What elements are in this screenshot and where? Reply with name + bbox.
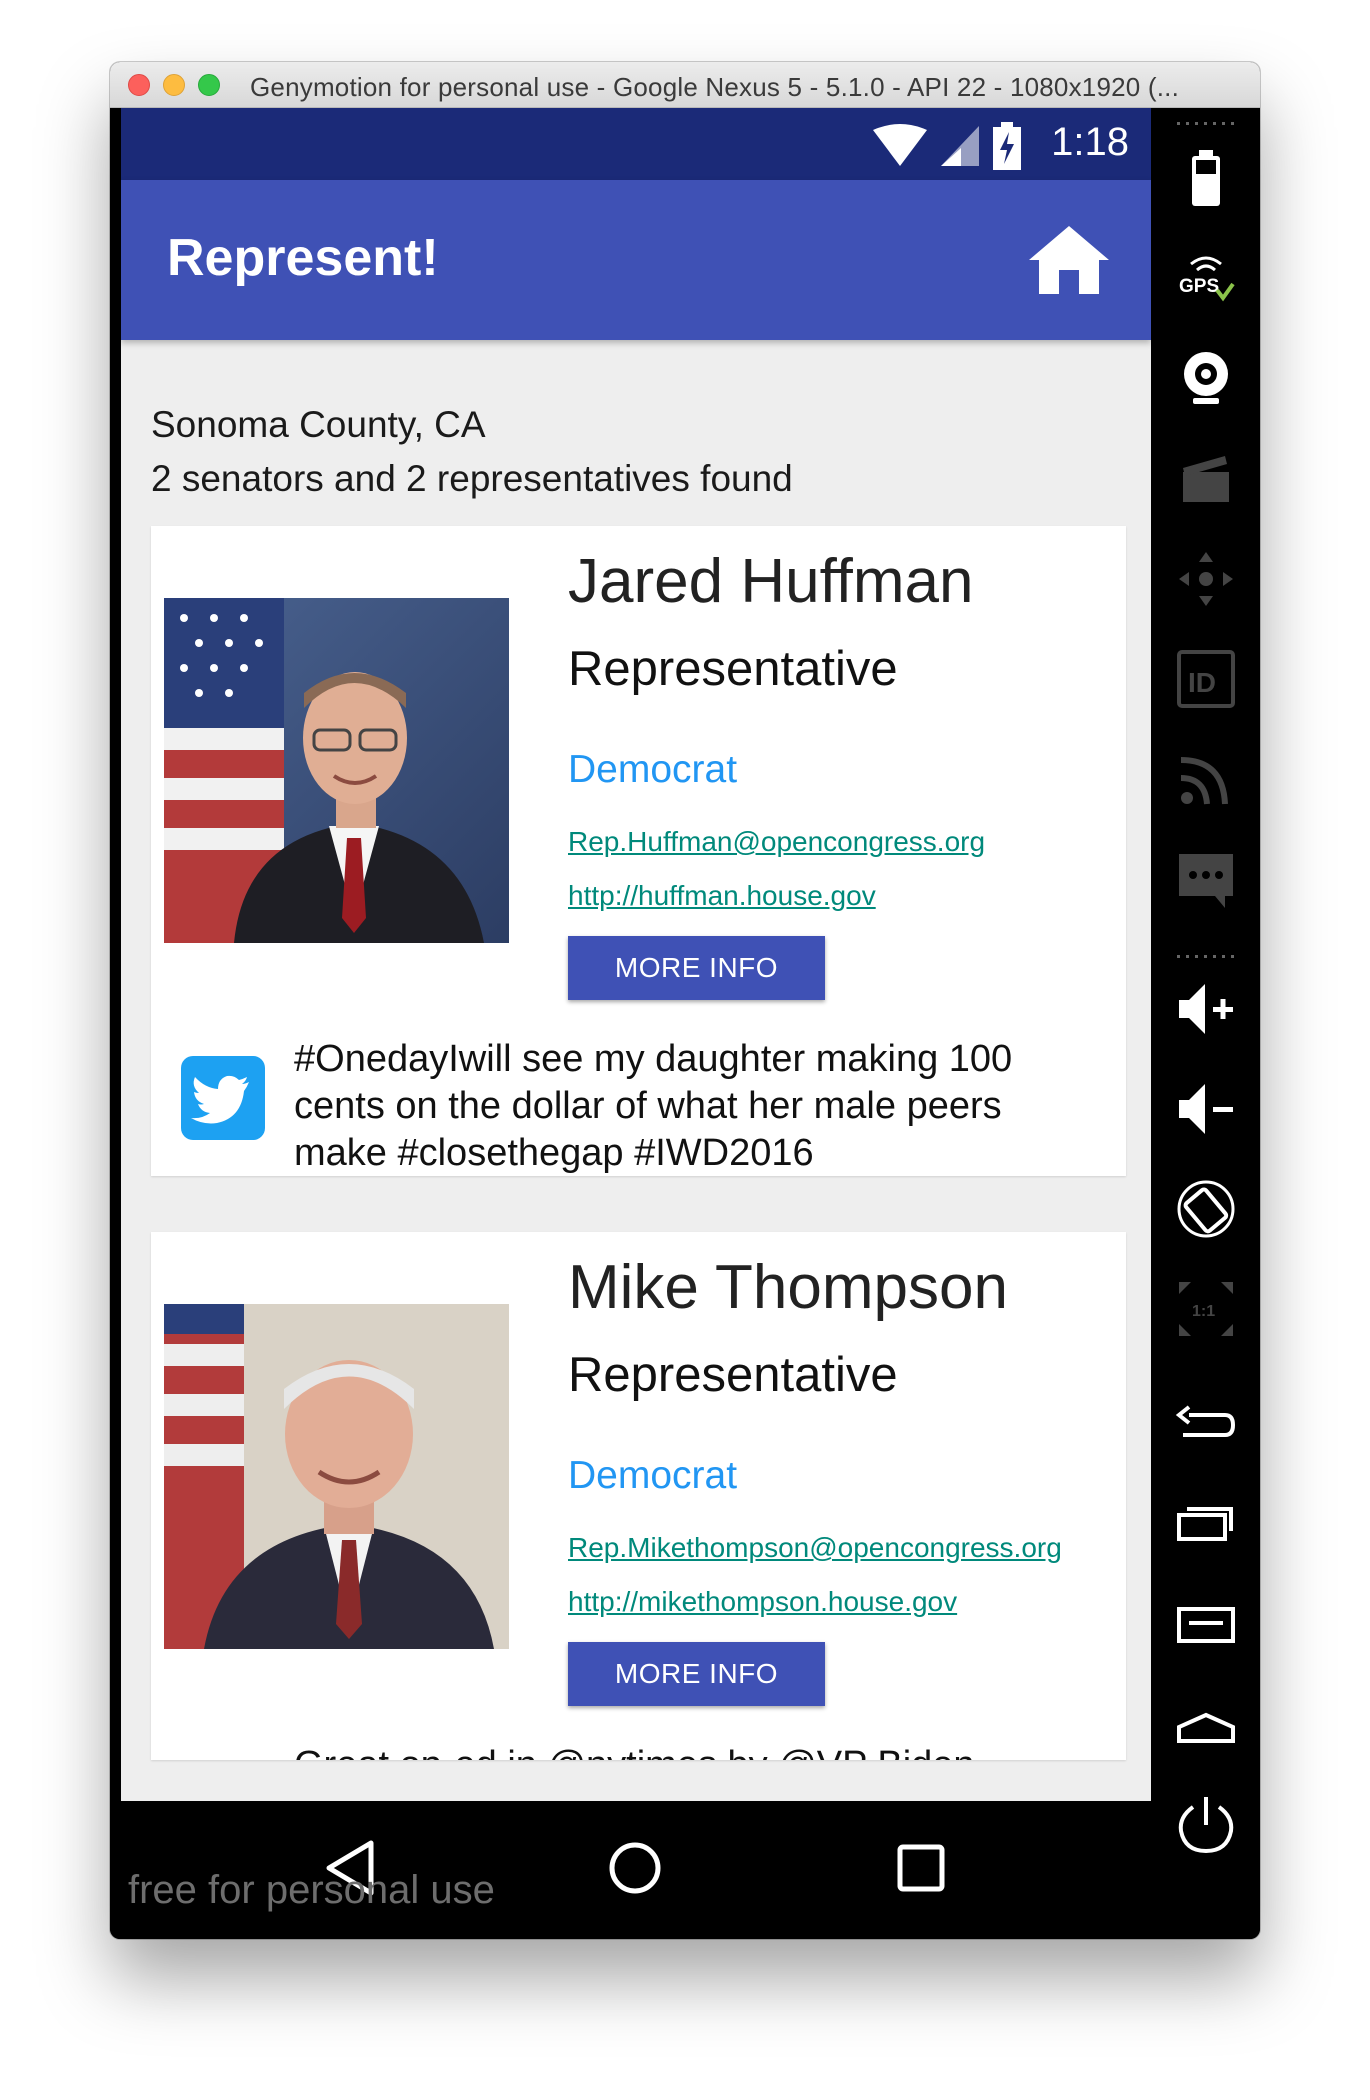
nav-home-button[interactable] xyxy=(608,1841,662,1895)
minimize-window-button[interactable] xyxy=(163,74,185,96)
representative-party: Democrat xyxy=(568,1454,738,1497)
representative-name: Jared Huffman xyxy=(568,547,974,616)
phone-screen: 1:18 Represent! Sonoma County, CA 2 sena… xyxy=(121,108,1151,1801)
representative-card: Mike Thompson Representative Democrat Re… xyxy=(151,1232,1126,1760)
more-info-button[interactable]: MORE INFO xyxy=(568,1642,825,1706)
wifi-icon xyxy=(873,124,927,166)
county-label: Sonoma County, CA xyxy=(151,404,486,445)
battery-charging-icon xyxy=(993,122,1021,170)
volume-down-icon[interactable] xyxy=(1175,1078,1237,1140)
webcam-icon[interactable] xyxy=(1175,348,1237,410)
home-icon[interactable] xyxy=(1175,1693,1237,1755)
representative-website-link[interactable]: http://mikethompson.house.gov xyxy=(568,1586,957,1618)
representative-photo xyxy=(164,598,509,943)
twitter-icon xyxy=(181,1056,265,1140)
signal-icon[interactable] xyxy=(1175,748,1237,810)
nav-recents-button[interactable] xyxy=(896,1843,946,1893)
battery-icon[interactable] xyxy=(1175,148,1237,210)
app-bar: Represent! xyxy=(121,180,1151,340)
more-info-button[interactable]: MORE INFO xyxy=(568,936,825,1000)
status-bar: 1:18 xyxy=(121,108,1151,180)
clapperboard-icon[interactable] xyxy=(1175,448,1237,510)
location-summary: Sonoma County, CA 2 senators and 2 repre… xyxy=(151,398,793,506)
representative-role: Representative xyxy=(568,1348,898,1402)
gps-icon[interactable]: GPS xyxy=(1175,246,1237,308)
representative-photo xyxy=(164,1304,509,1649)
representative-email-link[interactable]: Rep.Mikethompson@opencongress.org xyxy=(568,1532,1062,1564)
pixel-perfect-icon[interactable]: 1:1 xyxy=(1175,1278,1237,1340)
emulator-toolbar: GPS ID 1:1 xyxy=(1151,108,1260,1939)
window-titlebar: Genymotion for personal use - Google Nex… xyxy=(110,62,1260,108)
power-icon[interactable] xyxy=(1175,1793,1237,1855)
representative-party: Democrat xyxy=(568,748,738,791)
window-title: Genymotion for personal use - Google Nex… xyxy=(250,72,1179,102)
svg-text:1:1: 1:1 xyxy=(1192,1303,1215,1320)
watermark: free for personal use xyxy=(128,1868,495,1912)
home-button[interactable] xyxy=(1027,224,1111,296)
results-count: 2 senators and 2 representatives found xyxy=(151,458,793,499)
emulator-window: Genymotion for personal use - Google Nex… xyxy=(110,62,1260,1939)
status-time: 1:18 xyxy=(1051,120,1129,164)
sms-icon[interactable] xyxy=(1175,848,1237,910)
menu-icon[interactable] xyxy=(1175,1593,1237,1655)
app-title: Represent! xyxy=(167,229,439,287)
dpad-icon[interactable] xyxy=(1175,548,1237,610)
representative-email-link[interactable]: Rep.Huffman@opencongress.org xyxy=(568,826,985,858)
representative-card: Jared Huffman Representative Democrat Re… xyxy=(151,526,1126,1176)
rotate-icon[interactable] xyxy=(1175,1178,1237,1240)
cell-signal-icon xyxy=(941,126,979,166)
toolbar-separator xyxy=(1177,955,1235,958)
representative-name: Mike Thompson xyxy=(568,1253,1008,1322)
representative-role: Representative xyxy=(568,642,898,696)
recent-apps-icon[interactable] xyxy=(1175,1493,1237,1555)
latest-tweet: Great op-ed in @nytimes by @VP Biden xyxy=(294,1742,1094,1760)
back-icon[interactable] xyxy=(1175,1393,1237,1455)
representative-website-link[interactable]: http://huffman.house.gov xyxy=(568,880,876,912)
latest-tweet: #OnedayIwill see my daughter making 100 … xyxy=(294,1038,1013,1174)
zoom-window-button[interactable] xyxy=(198,74,220,96)
status-icons xyxy=(873,122,1021,170)
svg-text:ID: ID xyxy=(1188,667,1216,698)
volume-up-icon[interactable] xyxy=(1175,978,1237,1040)
home-icon xyxy=(1029,226,1109,294)
svg-text:GPS: GPS xyxy=(1179,276,1219,297)
toolbar-separator xyxy=(1177,122,1235,125)
id-icon[interactable]: ID xyxy=(1175,648,1237,710)
close-window-button[interactable] xyxy=(128,74,150,96)
